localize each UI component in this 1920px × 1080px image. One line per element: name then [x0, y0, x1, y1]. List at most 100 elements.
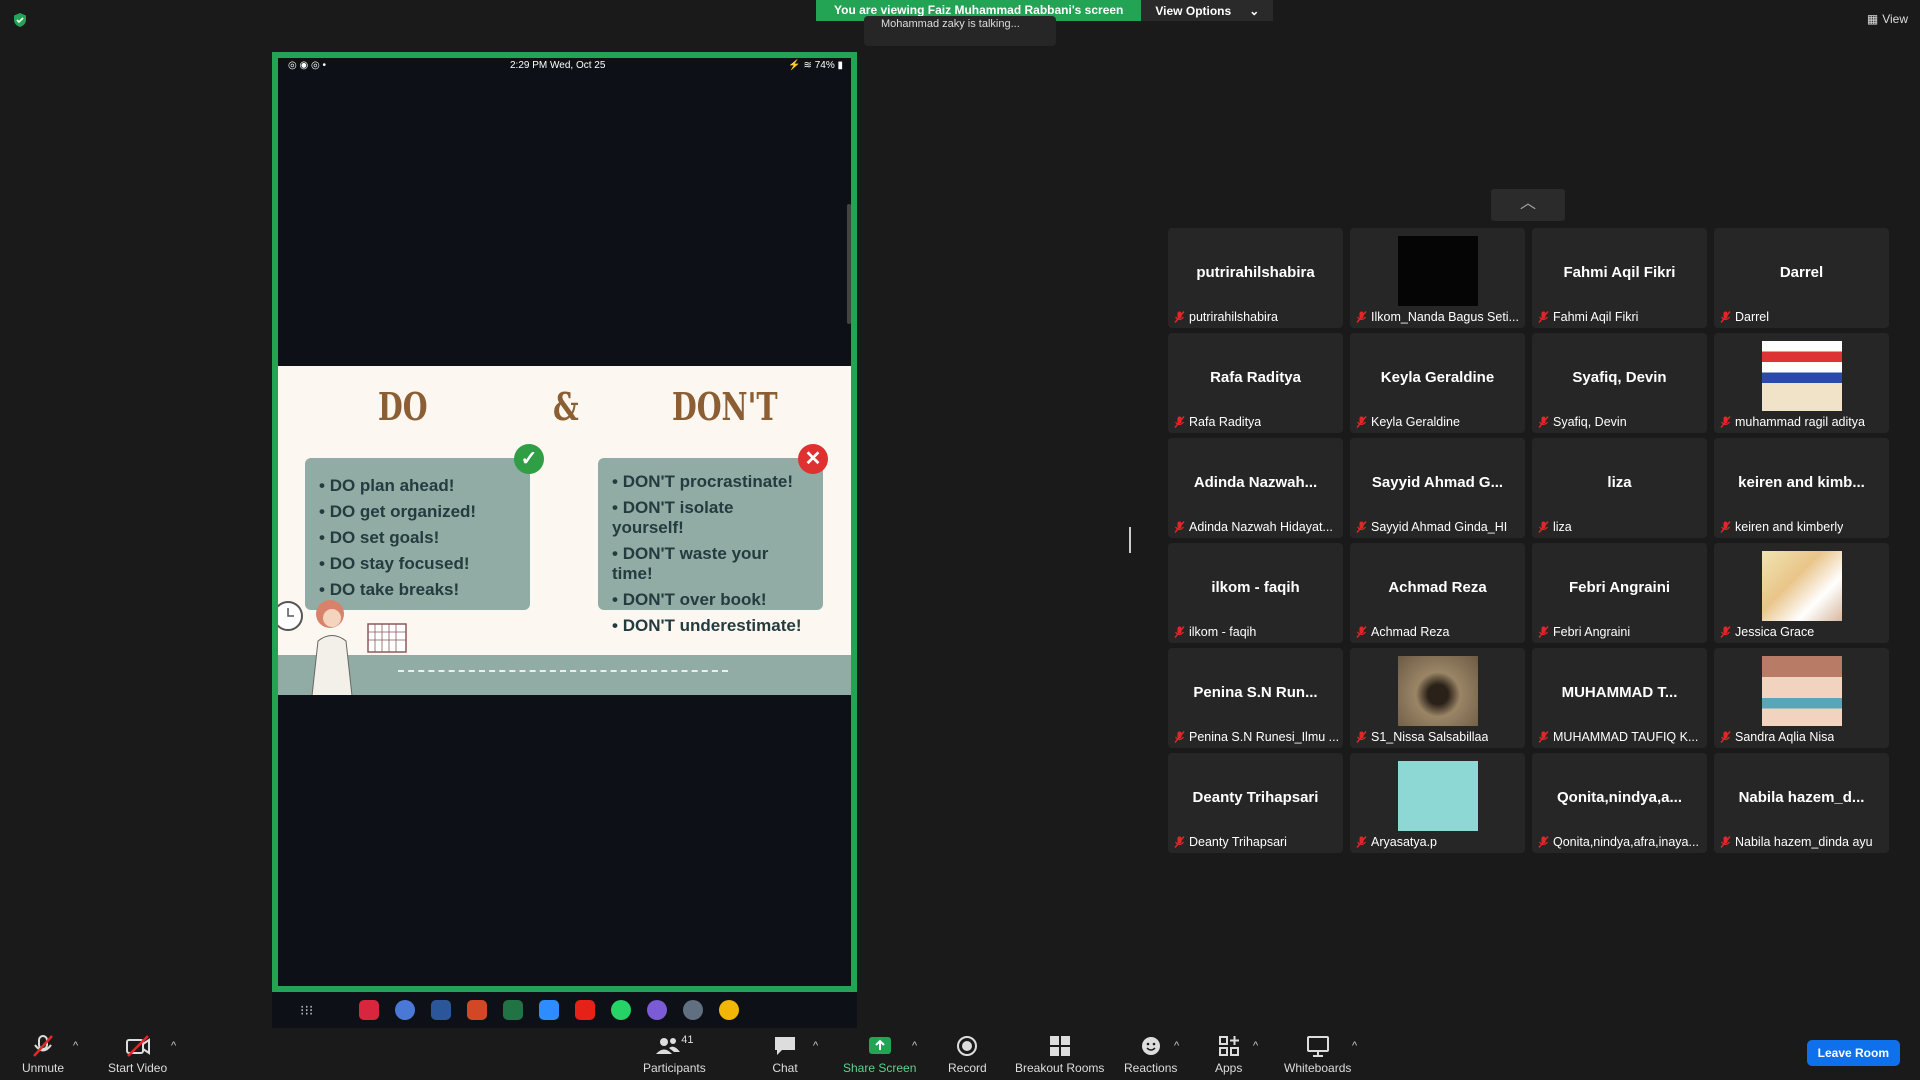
messaging-app-icon[interactable] [647, 1000, 668, 1020]
apps-icon [1218, 1036, 1239, 1056]
dashed-line [398, 670, 728, 672]
do-item: DO stay focused! [319, 554, 516, 574]
participant-tile[interactable]: Jessica Grace [1714, 543, 1889, 643]
do-item: DO plan ahead! [319, 476, 516, 496]
participant-name-tag: Keyla Geraldine [1356, 415, 1460, 429]
collapse-gallery-button[interactable]: ︿ [1491, 189, 1565, 221]
apps-caret-icon[interactable]: ^ [1253, 1040, 1258, 1052]
participant-tile[interactable]: Achmad Reza Achmad Reza [1350, 543, 1525, 643]
record-icon [957, 1036, 978, 1056]
chat-label: Chat [772, 1061, 798, 1075]
participant-tile[interactable]: Syafiq, Devin Syafiq, Devin [1532, 333, 1707, 433]
muted-mic-icon [1720, 626, 1731, 638]
participant-tile[interactable]: S1_Nissa Salsabillaa [1350, 648, 1525, 748]
excel-app-icon[interactable] [503, 1000, 524, 1020]
flashcards-app-icon[interactable] [359, 1000, 380, 1020]
participant-tile[interactable]: Darrel Darrel [1714, 228, 1889, 328]
participant-name: Syafiq, Devin [1553, 415, 1627, 429]
reactions-button[interactable]: Reactions [1124, 1034, 1177, 1075]
unmute-button[interactable]: Unmute [22, 1034, 64, 1075]
panel-resize-handle[interactable] [1129, 527, 1131, 553]
participants-button[interactable]: 41 Participants [643, 1034, 706, 1075]
breakout-rooms-label: Breakout Rooms [1015, 1061, 1105, 1075]
reactions-caret-icon[interactable]: ^ [1174, 1040, 1179, 1052]
participant-display-name: Adinda Nazwah... [1193, 474, 1318, 491]
participant-display-name: Deanty Trihapsari [1192, 789, 1319, 806]
muted-mic-icon [1174, 521, 1185, 533]
chat-button[interactable]: Chat [772, 1034, 798, 1075]
participant-tile[interactable]: Rafa Raditya Rafa Raditya [1168, 333, 1343, 433]
record-label: Record [948, 1061, 987, 1075]
participant-tile[interactable]: ilkom - faqih ilkom - faqih [1168, 543, 1343, 643]
participant-name: Ilkom_Nanda Bagus Seti... [1371, 310, 1519, 324]
participant-tile[interactable]: liza liza [1532, 438, 1707, 538]
view-button[interactable]: ▦ View [1867, 12, 1908, 26]
participant-name-tag: Darrel [1720, 310, 1769, 324]
shared-screen[interactable]: ◎ ◉ ◎ • 2:29 PM Wed, Oct 25 ⚡ ≋ 74% ▮ DO… [272, 52, 857, 992]
participant-name-tag: muhammad ragil aditya [1720, 415, 1865, 429]
encryption-shield-icon[interactable] [12, 12, 28, 28]
share-options-caret-icon[interactable]: ^ [912, 1040, 917, 1052]
participant-tile[interactable]: Fahmi Aqil Fikri Fahmi Aqil Fikri [1532, 228, 1707, 328]
scrollbar[interactable] [847, 204, 851, 324]
presentation-slide: DO & DON'T DO plan ahead! DO get organize… [278, 366, 851, 695]
video-options-caret-icon[interactable]: ^ [171, 1040, 176, 1052]
share-screen-button[interactable]: Share Screen [843, 1034, 916, 1075]
chat-options-caret-icon[interactable]: ^ [813, 1040, 818, 1052]
participant-tile[interactable]: Adinda Nazwah... Adinda Nazwah Hidayat... [1168, 438, 1343, 538]
participant-tile[interactable]: Deanty Trihapsari Deanty Trihapsari [1168, 753, 1343, 853]
reactions-label: Reactions [1124, 1061, 1178, 1075]
participant-tile[interactable]: Qonita,nindya,a... Qonita,nindya,afra,ina… [1532, 753, 1707, 853]
view-options-button[interactable]: View Options ⌄ [1141, 0, 1274, 21]
muted-mic-icon [1720, 836, 1731, 848]
muted-mic-icon [1174, 836, 1185, 848]
muted-mic-icon [33, 1035, 53, 1057]
participant-tile[interactable]: putrirahilshabira putrirahilshabira [1168, 228, 1343, 328]
audio-options-caret-icon[interactable]: ^ [73, 1040, 78, 1052]
app-drawer-icon[interactable]: ⁝⁝⁝ [300, 1002, 313, 1019]
breakout-rooms-button[interactable]: Breakout Rooms [1015, 1034, 1104, 1075]
participant-tile[interactable]: Penina S.N Run... Penina S.N Runesi_Ilmu … [1168, 648, 1343, 748]
whiteboards-button[interactable]: Whiteboards [1284, 1034, 1351, 1075]
unmute-label: Unmute [22, 1061, 65, 1075]
word-app-icon[interactable] [431, 1000, 452, 1020]
leave-room-button[interactable]: Leave Room [1806, 1040, 1900, 1066]
share-screen-label: Share Screen [843, 1061, 917, 1075]
muted-mic-icon [1356, 836, 1367, 848]
phone-dock: ⁝⁝⁝ [272, 992, 857, 1028]
participant-tile[interactable]: Ilkom_Nanda Bagus Seti... [1350, 228, 1525, 328]
chrome-like-app-icon[interactable] [395, 1000, 416, 1020]
share-screen-icon [868, 1037, 891, 1054]
start-video-button[interactable]: Start Video [108, 1034, 167, 1075]
check-icon: ✓ [514, 444, 544, 474]
participant-tile[interactable]: Sandra Aqlia Nisa [1714, 648, 1889, 748]
zoom-app-icon[interactable] [539, 1000, 560, 1020]
muted-mic-icon [1174, 731, 1185, 743]
dont-item: DON'T isolate yourself! [612, 498, 809, 538]
participant-name: Keyla Geraldine [1371, 415, 1460, 429]
participant-name: Aryasatya.p [1371, 835, 1438, 849]
participant-tile[interactable]: Febri Angraini Febri Angraini [1532, 543, 1707, 643]
participant-display-name: Penina S.N Run... [1193, 684, 1318, 701]
participant-tile[interactable]: muhammad ragil aditya [1714, 333, 1889, 433]
participant-tile[interactable]: Aryasatya.p [1350, 753, 1525, 853]
notification-icons: ◎ ◉ ◎ • [288, 60, 327, 71]
participant-tile[interactable]: Sayyid Ahmad G... Sayyid Ahmad Ginda_HI [1350, 438, 1525, 538]
participant-tile[interactable]: Nabila hazem_d... Nabila hazem_dinda ayu [1714, 753, 1889, 853]
participant-video [1397, 236, 1478, 306]
participant-name: Fahmi Aqil Fikri [1553, 310, 1639, 324]
participant-tile[interactable]: MUHAMMAD T... MUHAMMAD TAUFIQ K... [1532, 648, 1707, 748]
browser-app-icon[interactable] [719, 1000, 740, 1020]
powerpoint-app-icon[interactable] [467, 1000, 488, 1020]
participant-tile[interactable]: keiren and kimb... keiren and kimberly [1714, 438, 1889, 538]
record-button[interactable]: Record [948, 1034, 987, 1075]
whiteboards-caret-icon[interactable]: ^ [1352, 1040, 1357, 1052]
youtube-app-icon[interactable] [575, 1000, 596, 1020]
participants-icon [656, 1038, 681, 1054]
settings-app-icon[interactable] [683, 1000, 704, 1020]
whatsapp-app-icon[interactable] [611, 1000, 632, 1020]
participant-tile[interactable]: Keyla Geraldine Keyla Geraldine [1350, 333, 1525, 433]
video-off-icon [125, 1035, 150, 1057]
x-mark-icon: ✕ [798, 444, 828, 474]
apps-button[interactable]: Apps [1215, 1034, 1242, 1075]
